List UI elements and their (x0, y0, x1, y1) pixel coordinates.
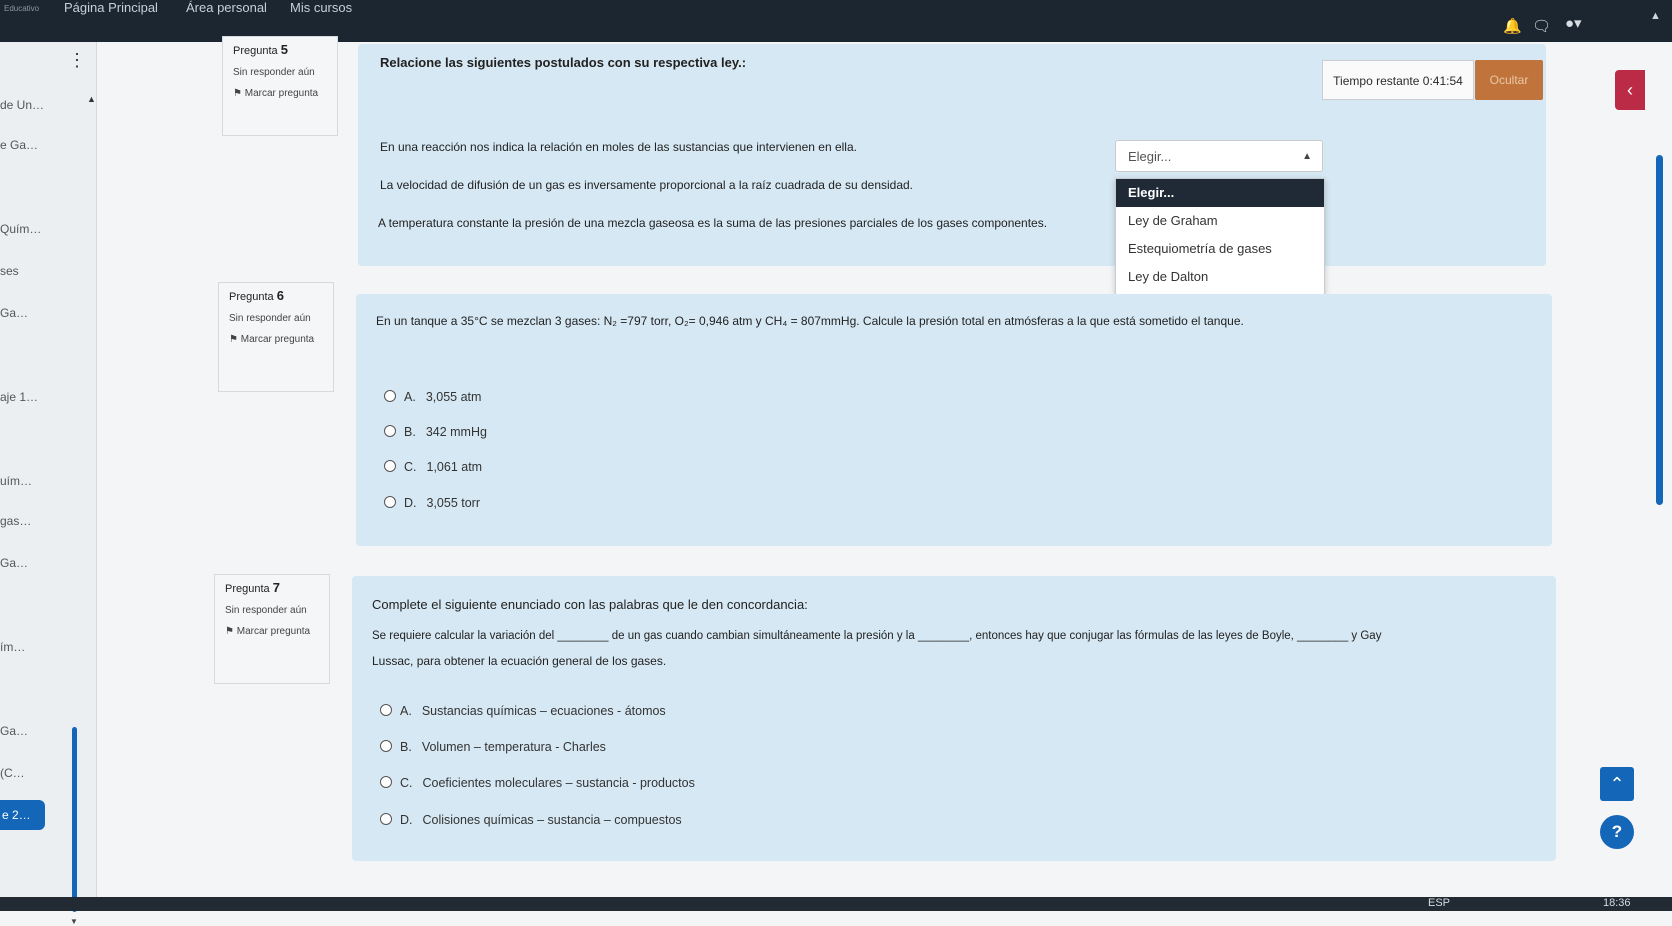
drawer-scroll-up-icon[interactable]: ▲ (87, 94, 96, 104)
statement-2: La velocidad de difusión de un gas es in… (380, 178, 914, 192)
answer-option[interactable]: B. Volumen – temperatura - Charles (380, 740, 606, 754)
question-7-text-line-1: Se requiere calcular la variación del __… (372, 630, 1382, 642)
notifications-bell-icon[interactable]: 🔔 (1503, 17, 1522, 35)
drawer-item[interactable]: Ga… (0, 306, 28, 320)
flag-question-link[interactable]: ⚑ Marcar pregunta (233, 88, 327, 99)
question-number: Pregunta 6 (229, 288, 284, 303)
drawer-item[interactable]: gas… (0, 514, 31, 528)
drawer-item-active[interactable]: e 2… (0, 800, 45, 830)
radio-button[interactable] (384, 425, 396, 437)
drawer-item[interactable]: Ga… (0, 724, 28, 738)
chevron-up-down-icon: ▲ (1302, 151, 1312, 162)
more-options-icon[interactable]: ⋮ (68, 50, 86, 71)
question-mark-icon: ? (1611, 822, 1623, 841)
answer-option[interactable]: D. Colisiones químicas – sustancia – comp… (380, 813, 682, 827)
scroll-up-arrow-icon[interactable]: ▲ (1650, 10, 1661, 22)
radio-button[interactable] (380, 813, 392, 825)
hide-timer-button[interactable]: Ocultar (1475, 60, 1543, 100)
os-taskbar: ESP 18:36 (0, 897, 1672, 911)
answer-option[interactable]: C. Coeficientes moleculares – sustancia -… (380, 776, 695, 790)
radio-button[interactable] (384, 460, 396, 472)
drawer-item[interactable]: de Un… (0, 98, 44, 112)
drawer-item[interactable]: aje 1… (0, 390, 38, 404)
drawer-item[interactable]: ím… (0, 640, 25, 654)
question-7-info: Pregunta 7 Sin responder aún ⚑ Marcar pr… (214, 574, 330, 684)
drawer-scroll-down-icon[interactable]: ▼ (70, 917, 78, 926)
back-to-top-button[interactable]: ⌃ (1600, 767, 1634, 801)
drawer-item[interactable]: (C… (0, 766, 25, 780)
answer-option[interactable]: A. 3,055 atm (384, 390, 481, 404)
flag-icon: ⚑ (233, 88, 242, 99)
question-number: Pregunta 5 (233, 42, 288, 57)
nav-my-courses-link[interactable]: Mis cursos (290, 0, 352, 15)
radio-button[interactable] (384, 390, 396, 402)
question-state: Sin responder aún (225, 605, 307, 616)
question-5-title: Relacione las siguientes postulados con … (380, 55, 747, 70)
flag-question-link[interactable]: ⚑ Marcar pregunta (225, 626, 319, 637)
nav-home-link[interactable]: Página Principal (64, 0, 158, 15)
messages-icon[interactable]: 🗨 (1532, 17, 1551, 35)
question-6-text: En un tanque a 35°C se mezclan 3 gases: … (376, 314, 1244, 328)
drawer-item[interactable]: Quím… (0, 222, 41, 236)
question-5-info: Pregunta 5 Sin responder aún ⚑ Marcar pr… (222, 36, 338, 136)
question-7-title: Complete el siguiente enunciado con las … (372, 597, 808, 612)
user-avatar[interactable]: ●▾ (1565, 14, 1582, 32)
answer-option[interactable]: A. Sustancias químicas – ecuaciones - áto… (380, 704, 666, 718)
keyboard-language[interactable]: ESP (1428, 897, 1450, 909)
radio-button[interactable] (380, 740, 392, 752)
system-clock: 18:36 (1603, 897, 1631, 909)
question-state: Sin responder aún (229, 313, 311, 324)
question-state: Sin responder aún (233, 67, 315, 78)
question-6-info: Pregunta 6 Sin responder aún ⚑ Marcar pr… (218, 282, 334, 392)
question-number: Pregunta 7 (225, 580, 280, 595)
drawer-scrollbar[interactable] (72, 727, 77, 912)
radio-button[interactable] (380, 704, 392, 716)
page-scrollbar[interactable] (1656, 155, 1663, 505)
drawer-item[interactable]: uím… (0, 474, 32, 488)
quiz-navigation-drawer: ⋮ ▲ de Un… e Ga… Quím… ses Ga… aje 1… uí… (0, 42, 97, 926)
flag-icon: ⚑ (225, 626, 234, 637)
drawer-item[interactable]: ses (0, 264, 19, 278)
answer-option[interactable]: B. 342 mmHg (384, 425, 487, 439)
option-ley-de-graham[interactable]: Ley de Graham (1116, 207, 1324, 235)
answer-option[interactable]: C. 1,061 atm (384, 460, 482, 474)
question-7-text-line-2: Lussac, para obtener la ecuación general… (372, 654, 667, 668)
flag-question-link[interactable]: ⚑ Marcar pregunta (229, 334, 323, 345)
select-dropdown-list: Elegir... Ley de Graham Estequiometría d… (1115, 178, 1325, 295)
nav-personal-area-link[interactable]: Área personal (186, 0, 267, 15)
answer-option[interactable]: D. 3,055 torr (384, 496, 480, 510)
question-6-card (356, 294, 1552, 546)
option-ley-de-dalton[interactable]: Ley de Dalton (1116, 263, 1324, 291)
time-remaining: Tiempo restante 0:41:54 (1322, 60, 1474, 100)
option-elegir[interactable]: Elegir... (1116, 179, 1324, 207)
statement-3: A temperatura constante la presión de un… (378, 216, 1048, 230)
open-drawer-button[interactable]: ‹ (1615, 70, 1645, 110)
option-estequiometria-de-gases[interactable]: Estequiometría de gases (1116, 235, 1324, 263)
radio-button[interactable] (380, 776, 392, 788)
chevron-up-icon: ⌃ (1609, 774, 1625, 794)
statement-1-select[interactable]: Elegir... ▲ (1115, 140, 1323, 172)
site-logo[interactable]: Educativo (4, 4, 39, 13)
statement-1: En una reacción nos indica la relación e… (380, 140, 857, 154)
drawer-item[interactable]: Ga… (0, 556, 28, 570)
drawer-item[interactable]: e Ga… (0, 138, 38, 152)
chevron-left-icon: ‹ (1627, 80, 1633, 100)
flag-icon: ⚑ (229, 334, 238, 345)
help-button[interactable]: ? (1600, 815, 1634, 849)
radio-button[interactable] (384, 496, 396, 508)
